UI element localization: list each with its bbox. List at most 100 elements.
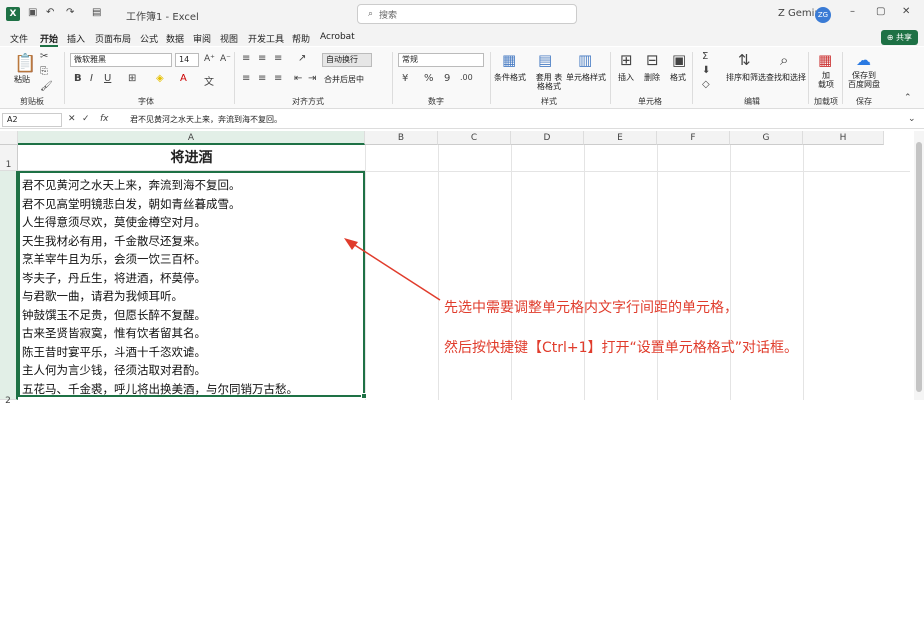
- redo-icon[interactable]: ↷: [66, 7, 74, 18]
- baidu-netdisk-icon[interactable]: ☁: [856, 51, 871, 69]
- grow-font-icon[interactable]: A⁺: [204, 54, 215, 64]
- share-button[interactable]: ⊕ 共享: [880, 30, 918, 45]
- cell-a2-poem[interactable]: 君不见黄河之水天上来，奔流到海不复回。 君不见高堂明镜悲白发，朝如青丝暮成雪。 …: [18, 171, 367, 399]
- decrease-indent-icon[interactable]: ⇤: [294, 73, 302, 84]
- decimal-icon[interactable]: .00: [460, 73, 473, 82]
- collapse-ribbon-icon[interactable]: ⌃: [904, 93, 912, 103]
- format-cells-icon[interactable]: ▣: [672, 51, 686, 69]
- column-header-g[interactable]: G: [730, 131, 803, 145]
- italic-icon[interactable]: I: [90, 73, 93, 84]
- increase-indent-icon[interactable]: ⇥: [308, 73, 316, 84]
- save-baidu-button[interactable]: 保存到 百度网盘: [848, 71, 880, 89]
- comma-icon[interactable]: 9: [444, 73, 450, 84]
- sort-filter-icon[interactable]: ⇅: [738, 51, 751, 69]
- tab-acrobat[interactable]: Acrobat: [320, 32, 355, 42]
- row-header-1[interactable]: 1: [0, 145, 18, 171]
- find-select-button[interactable]: 查找和选择: [766, 73, 806, 82]
- insert-cells-icon[interactable]: ⊞: [620, 51, 633, 69]
- column-header-e[interactable]: E: [584, 131, 657, 145]
- cancel-icon[interactable]: ✕: [68, 114, 76, 124]
- column-header-c[interactable]: C: [438, 131, 511, 145]
- poem-line: 岑夫子，丹丘生，将进酒，杯莫停。: [22, 270, 206, 285]
- format-cells-button[interactable]: 格式: [670, 73, 686, 82]
- tab-insert[interactable]: 插入: [67, 32, 85, 45]
- cell-a1-title[interactable]: 将进酒: [18, 145, 365, 171]
- column-header-b[interactable]: B: [365, 131, 438, 145]
- addins-button[interactable]: 加 载项: [818, 71, 834, 89]
- clear-icon[interactable]: ◇: [702, 79, 710, 90]
- fill-color-icon[interactable]: ◈: [156, 73, 164, 84]
- format-painter-icon[interactable]: 🖌: [40, 81, 53, 92]
- fill-handle[interactable]: [361, 393, 367, 399]
- merge-center-button[interactable]: 合并后居中: [324, 75, 364, 84]
- phonetic-icon[interactable]: 文: [204, 73, 214, 88]
- close-icon[interactable]: ✕: [902, 6, 910, 17]
- fx-icon[interactable]: fx: [100, 114, 109, 124]
- tab-file[interactable]: 文件: [10, 32, 28, 45]
- orientation-icon[interactable]: ↗: [298, 53, 306, 64]
- column-header-d[interactable]: D: [511, 131, 584, 145]
- delete-cells-button[interactable]: 删除: [644, 73, 660, 82]
- insert-cells-button[interactable]: 插入: [618, 73, 634, 82]
- column-header-a[interactable]: A: [18, 131, 365, 145]
- formula-input[interactable]: 君不见黄河之水天上来，奔流到海不复回。: [130, 114, 282, 125]
- scrollbar-thumb[interactable]: [916, 142, 922, 392]
- delete-cells-icon[interactable]: ⊟: [646, 51, 659, 69]
- conditional-format-button[interactable]: 条件格式: [494, 73, 526, 82]
- currency-icon[interactable]: ¥: [402, 73, 408, 84]
- row-header-2[interactable]: 2: [0, 171, 18, 406]
- align-center-icon[interactable]: ≡: [258, 73, 266, 84]
- align-top-icon[interactable]: ≡: [242, 53, 250, 64]
- font-color-icon[interactable]: A: [180, 73, 187, 84]
- tab-data[interactable]: 数据: [166, 32, 184, 45]
- window-title: 工作簿1 - Excel: [126, 12, 199, 23]
- cut-icon[interactable]: ✂: [40, 51, 48, 62]
- paste-icon[interactable]: 📋: [14, 53, 36, 74]
- copy-icon[interactable]: ⎘: [40, 66, 48, 77]
- wrap-text-button[interactable]: 自动换行: [322, 53, 372, 67]
- addins-icon[interactable]: ▦: [818, 51, 832, 69]
- font-name-select[interactable]: 微软雅黑: [70, 53, 172, 67]
- find-select-icon[interactable]: ⌕: [780, 51, 788, 69]
- font-size-select[interactable]: 14: [175, 53, 199, 67]
- undo-icon[interactable]: ↶: [46, 7, 54, 18]
- fill-icon[interactable]: ⬇: [702, 65, 710, 76]
- cell-style-icon[interactable]: ▥: [578, 51, 592, 69]
- minimize-icon[interactable]: –: [850, 6, 855, 17]
- paste-button[interactable]: 粘贴: [14, 75, 30, 84]
- table-format-button[interactable]: 套用 表格格式: [534, 73, 564, 91]
- tab-help[interactable]: 帮助: [292, 32, 310, 45]
- expand-formula-icon[interactable]: ⌄: [908, 114, 916, 124]
- border-icon[interactable]: ⊞: [128, 73, 136, 84]
- autosum-icon[interactable]: Σ: [702, 51, 708, 62]
- align-right-icon[interactable]: ≡: [274, 73, 282, 84]
- table-format-icon[interactable]: ▤: [538, 51, 552, 69]
- column-header-h[interactable]: H: [803, 131, 884, 145]
- search-box[interactable]: ⌕ 搜索: [357, 4, 577, 24]
- column-header-f[interactable]: F: [657, 131, 730, 145]
- maximize-icon[interactable]: ▢: [876, 6, 885, 17]
- tab-page-layout[interactable]: 页面布局: [95, 32, 131, 45]
- bold-icon[interactable]: B: [74, 73, 82, 84]
- shrink-font-icon[interactable]: A⁻: [220, 54, 231, 64]
- tab-home[interactable]: 开始: [40, 32, 59, 47]
- quick-access-icon[interactable]: ▤: [92, 7, 101, 18]
- tab-view[interactable]: 视图: [220, 32, 238, 45]
- percent-icon[interactable]: %: [424, 73, 434, 84]
- enter-icon[interactable]: ✓: [82, 114, 90, 124]
- sort-filter-button[interactable]: 排序和筛选: [726, 73, 766, 82]
- align-bottom-icon[interactable]: ≡: [274, 53, 282, 64]
- cell-style-button[interactable]: 单元格样式: [566, 73, 606, 82]
- tab-review[interactable]: 审阅: [193, 32, 211, 45]
- tab-formulas[interactable]: 公式: [140, 32, 158, 45]
- select-all-corner[interactable]: [0, 131, 18, 145]
- save-icon[interactable]: ▣: [28, 7, 37, 18]
- name-box[interactable]: A2: [2, 113, 62, 127]
- conditional-format-icon[interactable]: ▦: [502, 51, 516, 69]
- align-left-icon[interactable]: ≡: [242, 73, 250, 84]
- tab-developer[interactable]: 开发工具: [248, 32, 284, 45]
- underline-icon[interactable]: U: [104, 73, 111, 84]
- avatar[interactable]: ZG: [815, 7, 831, 23]
- align-middle-icon[interactable]: ≡: [258, 53, 266, 64]
- number-format-select[interactable]: 常规: [398, 53, 484, 67]
